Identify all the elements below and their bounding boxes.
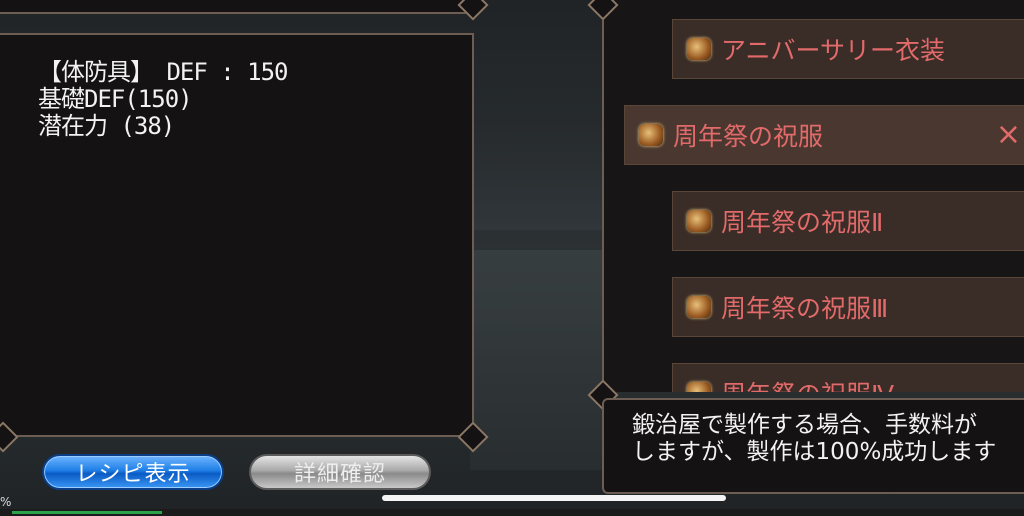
list-item-label: 周年祭の祝服 [673,122,824,151]
background-wall-lower [470,250,610,470]
list-item-label: 周年祭の祝服Ⅲ [721,294,889,323]
list-item[interactable]: 周年祭の祝服Ⅲ [672,277,1024,337]
treasure-chest-icon [687,210,711,232]
list-item-label: 周年祭の祝服Ⅱ [721,208,884,237]
list-item-label: アニバーサリー衣装 [721,36,946,65]
potential-line: 潜在力 (38) [38,112,175,140]
item-info-panel: 【体防具】 DEF : 150 基礎DEF(150) 潜在力 (38) [0,33,474,437]
top-frame-strip [0,0,474,14]
base-def-line: 基礎DEF(150) [38,85,193,113]
close-icon[interactable]: × [996,120,1021,150]
treasure-chest-icon [639,124,663,146]
costume-list-panel: アニバーサリー衣装 周年祭の祝服 × 周年祭の祝服Ⅱ 周年祭の祝服Ⅲ 周年祭の祝… [602,0,1024,392]
message-line: 鍛治屋で製作する場合、手数料が [632,412,977,438]
home-indicator[interactable] [382,495,726,501]
show-recipe-button[interactable]: レシピ表示 [42,454,224,490]
list-item[interactable]: 周年祭の祝服Ⅳ [672,363,1024,392]
message-text: 鍛治屋で製作する場合、手数料が しますが、製作は100%成功します [632,412,996,466]
message-line: しますが、製作は100%成功します [632,439,997,465]
message-box: 鍛治屋で製作する場合、手数料が しますが、製作は100%成功します [602,398,1024,494]
item-stats: 【体防具】 DEF : 150 基礎DEF(150) 潜在力 (38) [38,59,288,140]
list-item[interactable]: アニバーサリー衣装 [672,19,1024,79]
treasure-chest-icon [687,38,711,60]
detail-check-button[interactable]: 詳細確認 [249,454,431,490]
progress-gauge [0,509,1024,516]
list-item[interactable]: 周年祭の祝服Ⅱ [672,191,1024,251]
item-type-def-line: 【体防具】 DEF : 150 [38,58,288,86]
background-wall-upper [470,120,610,230]
list-item-label: 周年祭の祝服Ⅳ [721,375,894,392]
treasure-chest-icon [687,296,711,318]
progress-gauge-fill [12,511,162,514]
treasure-chest-icon [687,382,711,392]
percent-label: % [0,495,12,509]
list-item-selected[interactable]: 周年祭の祝服 × [624,105,1024,165]
